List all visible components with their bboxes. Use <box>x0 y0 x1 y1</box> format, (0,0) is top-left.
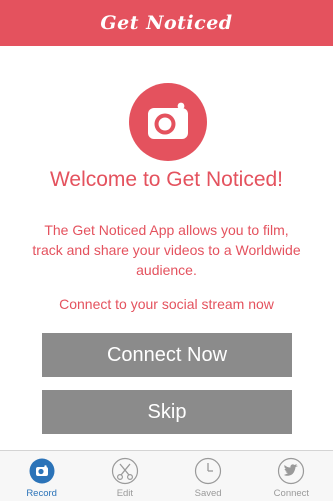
skip-button[interactable]: Skip <box>42 390 292 434</box>
connect-prompt: Connect to your social stream now <box>59 296 274 312</box>
connect-now-button[interactable]: Connect Now <box>42 333 292 377</box>
header-bar: Get Noticed <box>0 0 333 46</box>
tab-saved[interactable]: Saved <box>167 451 250 501</box>
tab-bar: Record Edit Saved Connect <box>0 450 333 501</box>
camera-logo-icon <box>129 83 207 161</box>
tab-edit-label: Edit <box>116 488 134 499</box>
app-title: Get Noticed <box>100 12 233 34</box>
clock-icon <box>195 457 222 485</box>
tab-connect-label: Connect <box>273 488 310 499</box>
camera-icon <box>29 458 55 484</box>
scissors-icon <box>111 457 138 485</box>
tab-saved-label: Saved <box>194 488 222 499</box>
tab-record-label: Record <box>26 488 57 499</box>
twitter-icon <box>278 457 305 485</box>
tab-connect[interactable]: Connect <box>250 451 333 501</box>
tab-record[interactable]: Record <box>0 451 83 501</box>
tab-edit[interactable]: Edit <box>83 451 166 501</box>
welcome-title: Welcome to Get Noticed! <box>49 168 284 191</box>
app-description: The Get Noticed App allows you to film, … <box>32 222 301 278</box>
